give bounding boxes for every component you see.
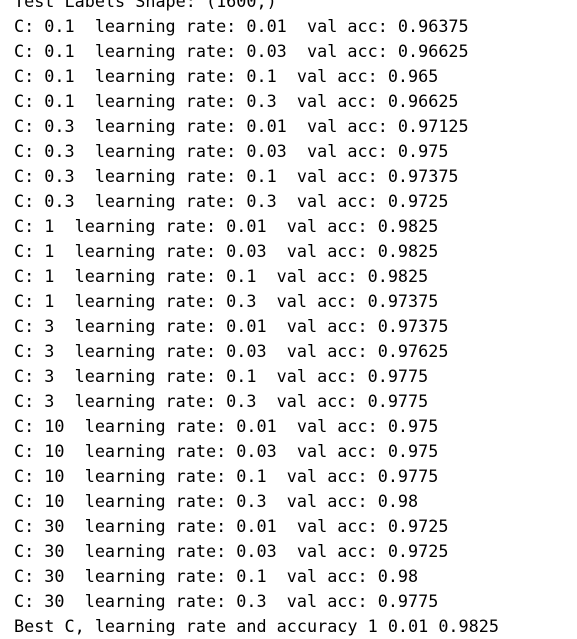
- console-line-result: C: 3 learning rate: 0.01 val acc: 0.9737…: [14, 316, 449, 336]
- console-line-result: C: 10 learning rate: 0.01 val acc: 0.975: [14, 416, 439, 436]
- console-line-result: C: 30 learning rate: 0.01 val acc: 0.972…: [14, 516, 449, 536]
- console-line-result: C: 1 learning rate: 0.3 val acc: 0.97375: [14, 291, 439, 311]
- console-line-result: C: 0.1 learning rate: 0.01 val acc: 0.96…: [14, 16, 469, 36]
- console-line-result: C: 0.1 learning rate: 0.1 val acc: 0.965: [14, 66, 439, 86]
- console-line-result: C: 1 learning rate: 0.01 val acc: 0.9825: [14, 216, 439, 236]
- console-line-result: C: 10 learning rate: 0.1 val acc: 0.9775: [14, 466, 439, 486]
- console-line-result: C: 0.3 learning rate: 0.03 val acc: 0.97…: [14, 141, 449, 161]
- console-line-result: C: 1 learning rate: 0.03 val acc: 0.9825: [14, 241, 439, 261]
- console-line-result: C: 1 learning rate: 0.1 val acc: 0.9825: [14, 266, 429, 286]
- console-line-summary: Best C, learning rate and accuracy 1 0.0…: [14, 616, 499, 636]
- console-line-result: C: 0.3 learning rate: 0.1 val acc: 0.973…: [14, 166, 459, 186]
- console-line-result: C: 3 learning rate: 0.3 val acc: 0.9775: [14, 391, 429, 411]
- console-line-result: C: 0.1 learning rate: 0.3 val acc: 0.966…: [14, 91, 459, 111]
- console-line-result: C: 0.1 learning rate: 0.03 val acc: 0.96…: [14, 41, 469, 61]
- console-output: Test Labels Shape: (1600,) C: 0.1 learni…: [0, 0, 577, 639]
- console-line-result: C: 0.3 learning rate: 0.3 val acc: 0.972…: [14, 191, 449, 211]
- console-line-result: C: 3 learning rate: 0.1 val acc: 0.9775: [14, 366, 429, 386]
- console-line-result: C: 10 learning rate: 0.3 val acc: 0.98: [14, 491, 419, 511]
- console-line-result: C: 10 learning rate: 0.03 val acc: 0.975: [14, 441, 439, 461]
- console-line-result: C: 30 learning rate: 0.1 val acc: 0.98: [14, 566, 419, 586]
- console-line-result: C: 0.3 learning rate: 0.01 val acc: 0.97…: [14, 116, 469, 136]
- console-line-header: Test Labels Shape: (1600,): [14, 0, 277, 11]
- console-line-result: C: 30 learning rate: 0.3 val acc: 0.9775: [14, 591, 439, 611]
- console-line-result: C: 3 learning rate: 0.03 val acc: 0.9762…: [14, 341, 449, 361]
- console-lines: Test Labels Shape: (1600,) C: 0.1 learni…: [14, 0, 499, 639]
- console-line-result: C: 30 learning rate: 0.03 val acc: 0.972…: [14, 541, 449, 561]
